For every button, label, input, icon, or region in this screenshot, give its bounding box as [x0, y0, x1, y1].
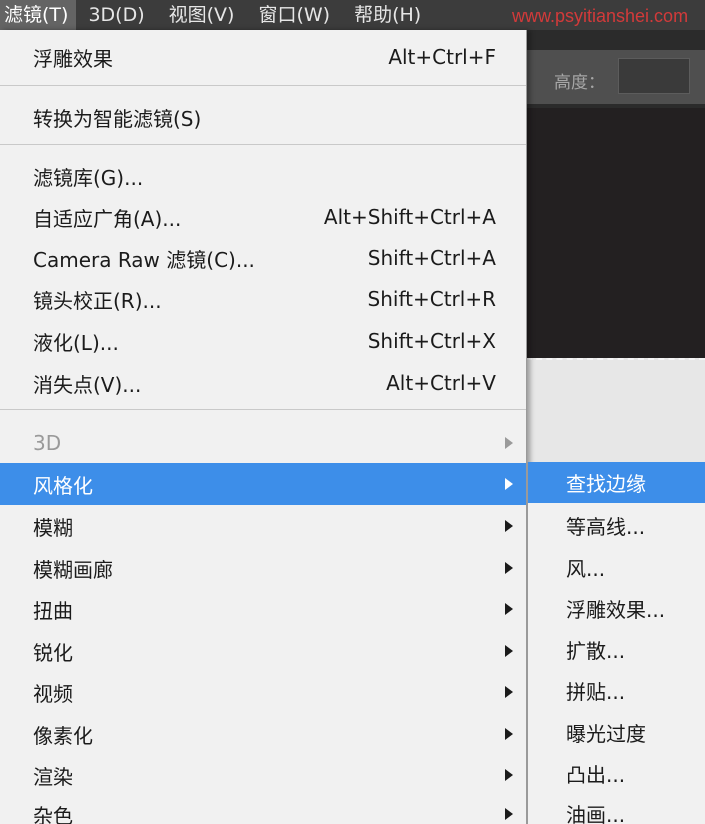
submenu-arrow-icon — [505, 769, 513, 781]
menu-item-stylize[interactable]: 风格化 — [0, 463, 526, 505]
submenu-item-label: 等高线... — [566, 515, 646, 539]
menubar-window[interactable]: 窗口(W) — [246, 0, 342, 30]
menu-item-label: 转换为智能滤镜(S) — [33, 106, 202, 131]
menu-item-emboss-last[interactable]: 浮雕效果 Alt+Ctrl+F — [0, 36, 526, 78]
menu-item-lens-correction[interactable]: 镜头校正(R)... Shift+Ctrl+R — [0, 278, 526, 320]
menu-item-shortcut: Alt+Ctrl+F — [388, 45, 496, 69]
canvas-dark-area — [526, 108, 705, 358]
menu-item-shortcut: Alt+Ctrl+V — [386, 371, 496, 395]
menu-separator — [0, 85, 526, 86]
menu-item-label: 3D — [33, 431, 62, 455]
submenu-arrow-icon — [505, 562, 513, 574]
submenu-item-tiles[interactable]: 拼贴... — [528, 670, 705, 711]
menu-separator — [0, 144, 526, 145]
watermark: www.psyitianshei.com — [512, 6, 689, 26]
menu-item-shortcut: Shift+Ctrl+R — [367, 287, 496, 311]
menu-item-sharpen[interactable]: 锐化 — [0, 630, 526, 672]
menu-item-label: 扭曲 — [33, 598, 73, 623]
menu-item-shortcut: Shift+Ctrl+A — [367, 246, 496, 270]
submenu-item-diffuse[interactable]: 扩散... — [528, 629, 705, 670]
submenu-arrow-icon — [505, 603, 513, 615]
menu-item-adaptive-wide-angle[interactable]: 自适应广角(A)... Alt+Shift+Ctrl+A — [0, 196, 526, 238]
submenu-item-label: 油画... — [566, 803, 626, 824]
height-input[interactable] — [618, 58, 690, 94]
submenu-item-label: 扩散... — [566, 639, 626, 663]
menu-item-label: 液化(L)... — [33, 330, 119, 355]
menu-item-label: Camera Raw 滤镜(C)... — [33, 247, 255, 272]
stylize-submenu: 查找边缘 等高线... 风... 浮雕效果... 扩散... 拼贴... 曝光过… — [527, 462, 705, 824]
menu-item-blur[interactable]: 模糊 — [0, 505, 526, 547]
menu-item-noise[interactable]: 杂色 — [0, 793, 526, 824]
menu-item-label: 锐化 — [33, 640, 73, 665]
menu-item-convert-smart-filter[interactable]: 转换为智能滤镜(S) — [0, 96, 526, 138]
menu-item-shortcut: Shift+Ctrl+X — [367, 329, 496, 353]
submenu-arrow-icon — [505, 808, 513, 820]
menu-separator — [0, 409, 526, 410]
menu-item-label: 像素化 — [33, 723, 93, 748]
menu-item-blur-gallery[interactable]: 模糊画廊 — [0, 547, 526, 589]
menu-item-liquify[interactable]: 液化(L)... Shift+Ctrl+X — [0, 320, 526, 362]
menubar-view[interactable]: 视图(V) — [157, 0, 247, 30]
submenu-item-solarize[interactable]: 曝光过度 — [528, 712, 705, 753]
submenu-item-label: 曝光过度 — [566, 722, 646, 746]
submenu-arrow-icon — [505, 686, 513, 698]
menu-item-3d[interactable]: 3D — [0, 422, 526, 464]
menu-item-label: 模糊画廊 — [33, 557, 113, 582]
menubar-help[interactable]: 帮助(H) — [342, 0, 433, 30]
submenu-item-label: 浮雕效果... — [566, 598, 666, 622]
menu-item-label: 消失点(V)... — [33, 372, 142, 397]
menu-item-label: 杂色 — [33, 803, 73, 824]
menu-item-label: 滤镜库(G)... — [33, 165, 144, 190]
submenu-item-find-edges[interactable]: 查找边缘 — [528, 462, 705, 503]
submenu-arrow-icon — [505, 645, 513, 657]
menu-item-filter-gallery[interactable]: 滤镜库(G)... — [0, 155, 526, 197]
menu-item-pixelate[interactable]: 像素化 — [0, 713, 526, 755]
menu-item-label: 渲染 — [33, 764, 73, 789]
menu-item-render[interactable]: 渲染 — [0, 754, 526, 796]
menu-item-video[interactable]: 视频 — [0, 671, 526, 713]
menu-item-label: 浮雕效果 — [33, 46, 113, 71]
submenu-item-label: 风... — [566, 557, 606, 581]
menu-item-distort[interactable]: 扭曲 — [0, 588, 526, 630]
menu-item-shortcut: Alt+Shift+Ctrl+A — [323, 205, 496, 229]
submenu-arrow-icon — [505, 520, 513, 532]
submenu-item-emboss[interactable]: 浮雕效果... — [528, 588, 705, 629]
submenu-item-label: 查找边缘 — [566, 472, 646, 496]
submenu-arrow-icon — [505, 478, 513, 490]
submenu-item-extrude[interactable]: 凸出... — [528, 753, 705, 794]
menu-item-camera-raw[interactable]: Camera Raw 滤镜(C)... Shift+Ctrl+A — [0, 237, 526, 279]
submenu-item-trace-contour[interactable]: 等高线... — [528, 505, 705, 546]
menu-item-label: 镜头校正(R)... — [33, 288, 162, 313]
menu-item-label: 风格化 — [33, 473, 93, 498]
menu-item-label: 自适应广角(A)... — [33, 206, 182, 231]
submenu-arrow-icon — [505, 728, 513, 740]
submenu-item-label: 凸出... — [566, 763, 626, 787]
menubar-3d[interactable]: 3D(D) — [76, 0, 156, 30]
height-label: 高度： — [554, 73, 605, 93]
submenu-arrow-icon — [505, 437, 513, 449]
menu-item-label: 视频 — [33, 681, 73, 706]
submenu-item-label: 拼贴... — [566, 680, 626, 704]
menu-item-vanishing-point[interactable]: 消失点(V)... Alt+Ctrl+V — [0, 362, 526, 404]
filter-menu: 浮雕效果 Alt+Ctrl+F 转换为智能滤镜(S) 滤镜库(G)... 自适应… — [0, 30, 527, 824]
submenu-item-wind[interactable]: 风... — [528, 547, 705, 588]
menubar-filter[interactable]: 滤镜(T) — [0, 0, 77, 30]
canvas-selection-area — [526, 358, 705, 468]
menu-item-label: 模糊 — [33, 515, 73, 540]
submenu-item-oil-paint[interactable]: 油画... — [528, 793, 705, 824]
